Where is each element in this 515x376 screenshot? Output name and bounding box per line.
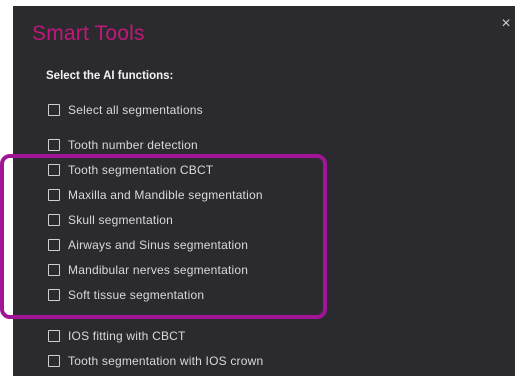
- checkbox-box[interactable]: [48, 330, 60, 342]
- checkbox-box[interactable]: [48, 239, 60, 251]
- checkbox-label: IOS fitting with CBCT: [68, 329, 186, 343]
- checkbox-box[interactable]: [48, 139, 60, 151]
- checkbox-label: Soft tissue segmentation: [68, 288, 205, 302]
- checkbox-box[interactable]: [48, 164, 60, 176]
- checkbox-box[interactable]: [48, 355, 60, 367]
- checkbox-label: Skull segmentation: [68, 213, 173, 227]
- checkbox-label: Tooth number detection: [68, 138, 198, 152]
- checkbox-mandibular-nerves-segmentation[interactable]: Mandibular nerves segmentation: [48, 262, 248, 278]
- checkbox-select-all-segmentations[interactable]: Select all segmentations: [48, 102, 203, 118]
- checkbox-box[interactable]: [48, 264, 60, 276]
- checkbox-label: Maxilla and Mandible segmentation: [68, 188, 263, 202]
- checkbox-box[interactable]: [48, 104, 60, 116]
- checkbox-label: Tooth segmentation with IOS crown: [68, 354, 264, 368]
- checkbox-tooth-number-detection[interactable]: Tooth number detection: [48, 137, 198, 153]
- checkbox-box[interactable]: [48, 189, 60, 201]
- checkbox-tooth-segmentation-cbct[interactable]: Tooth segmentation CBCT: [48, 162, 213, 178]
- close-icon[interactable]: ×: [499, 16, 513, 32]
- checkbox-airways-sinus-segmentation[interactable]: Airways and Sinus segmentation: [48, 237, 248, 253]
- smart-tools-dialog: Smart Tools × Select the AI functions: S…: [13, 6, 515, 376]
- checkbox-box[interactable]: [48, 289, 60, 301]
- checkbox-label: Select all segmentations: [68, 103, 203, 117]
- checkbox-skull-segmentation[interactable]: Skull segmentation: [48, 212, 173, 228]
- select-ai-functions-heading: Select the AI functions:: [46, 70, 174, 82]
- checkbox-soft-tissue-segmentation[interactable]: Soft tissue segmentation: [48, 287, 204, 303]
- checkbox-maxilla-mandible-segmentation[interactable]: Maxilla and Mandible segmentation: [48, 187, 263, 203]
- screenshot-canvas: Smart Tools × Select the AI functions: S…: [0, 0, 515, 376]
- dialog-title: Smart Tools: [32, 22, 145, 45]
- checkbox-label: Mandibular nerves segmentation: [68, 263, 249, 277]
- checkbox-tooth-segmentation-ios-crown[interactable]: Tooth segmentation with IOS crown: [48, 353, 263, 369]
- checkbox-box[interactable]: [48, 214, 60, 226]
- checkbox-label: Tooth segmentation CBCT: [68, 163, 214, 177]
- checkbox-ios-fitting-cbct[interactable]: IOS fitting with CBCT: [48, 328, 186, 344]
- checkbox-label: Airways and Sinus segmentation: [68, 238, 249, 252]
